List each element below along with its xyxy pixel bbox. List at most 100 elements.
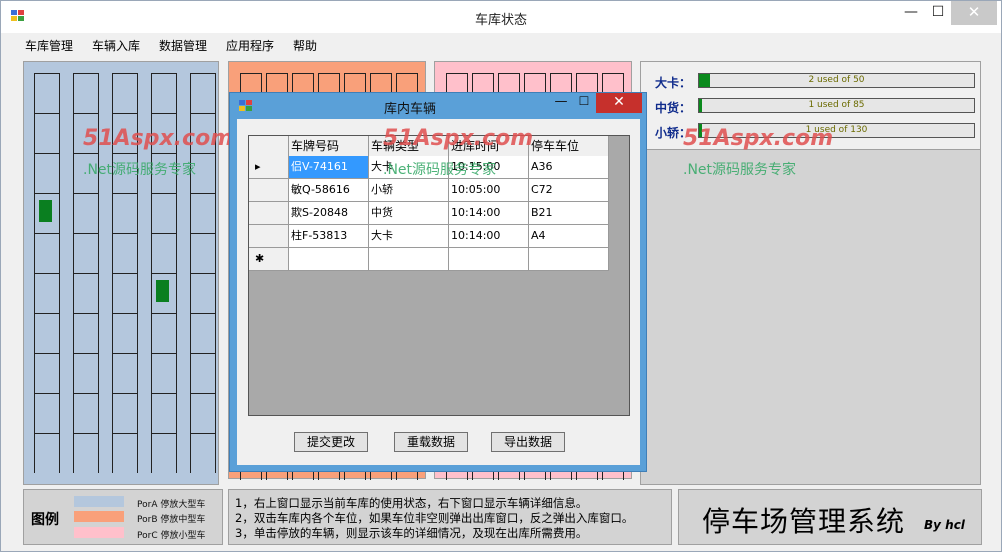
parking-slot[interactable]	[152, 353, 176, 393]
parked-car[interactable]	[39, 200, 52, 222]
parking-slot[interactable]	[191, 193, 215, 233]
row-selector[interactable]: ▸	[249, 156, 289, 179]
menu-bar: 车库管理 车辆入库 数据管理 应用程序 帮助	[1, 33, 1001, 55]
parking-slot[interactable]	[74, 393, 98, 433]
legend-text-b: PorB 停放中型车	[137, 515, 206, 525]
cell-time[interactable]: 10:15:00	[449, 156, 529, 179]
parking-slot[interactable]	[74, 273, 98, 313]
parked-car[interactable]	[156, 280, 169, 302]
parking-slot[interactable]	[152, 313, 176, 353]
cell-plate[interactable]: 侣V-74161	[289, 156, 369, 179]
new-row-icon[interactable]: ✱	[249, 248, 289, 271]
close-button[interactable]: ✕	[951, 1, 997, 25]
parking-slot[interactable]	[113, 193, 137, 233]
parking-slot[interactable]	[191, 273, 215, 313]
table-row[interactable]: 欺S-20848 中货 10:14:00 B21	[249, 202, 609, 225]
parking-slot[interactable]	[74, 73, 98, 113]
parking-slot[interactable]	[74, 353, 98, 393]
cell-plate[interactable]	[289, 248, 369, 271]
parking-slot[interactable]	[152, 73, 176, 113]
parking-slot[interactable]	[113, 313, 137, 353]
parking-slot[interactable]	[113, 73, 137, 113]
parking-slot[interactable]	[35, 73, 59, 113]
reload-data-button[interactable]: 重载数据	[394, 432, 468, 452]
parking-slot[interactable]	[152, 433, 176, 473]
parking-slot[interactable]	[74, 433, 98, 473]
cell-slot[interactable]	[529, 248, 609, 271]
parking-slot[interactable]	[113, 353, 137, 393]
cell-slot[interactable]: A36	[529, 156, 609, 179]
brand-title: 停车场管理系统	[702, 505, 906, 538]
maximize-button[interactable]: ☐	[925, 1, 951, 25]
parking-slot[interactable]	[74, 233, 98, 273]
parking-slot[interactable]	[113, 273, 137, 313]
table-row[interactable]: 柱F-53813 大卡 10:14:00 A4	[249, 225, 609, 248]
parking-slot[interactable]	[152, 193, 176, 233]
cell-slot[interactable]: A4	[529, 225, 609, 248]
cell-type[interactable]: 小轿	[369, 179, 449, 202]
parking-slot[interactable]	[35, 153, 59, 193]
cell-slot[interactable]: B21	[529, 202, 609, 225]
minimize-button[interactable]: —	[897, 1, 925, 25]
parking-slot[interactable]	[191, 73, 215, 113]
menu-help[interactable]: 帮助	[293, 37, 317, 54]
new-row[interactable]: ✱	[249, 248, 609, 271]
cell-time[interactable]: 10:05:00	[449, 179, 529, 202]
cell-type[interactable]: 大卡	[369, 156, 449, 179]
parking-slot[interactable]	[113, 113, 137, 153]
cell-type[interactable]	[369, 248, 449, 271]
parking-slot[interactable]	[191, 313, 215, 353]
parking-slot[interactable]	[74, 113, 98, 153]
parking-slot[interactable]	[152, 113, 176, 153]
row-selector[interactable]	[249, 179, 289, 202]
cell-slot[interactable]: C72	[529, 179, 609, 202]
vehicles-grid[interactable]: 车牌号码 车辆类型 进库时间 停车车位 ▸ 侣V-74161 大卡 10:15:…	[248, 135, 630, 416]
dialog-title-bar[interactable]: 库内车辆 — ☐ ✕	[230, 93, 646, 117]
parking-slot[interactable]	[74, 153, 98, 193]
cell-type[interactable]: 中货	[369, 202, 449, 225]
parking-slot[interactable]	[35, 233, 59, 273]
parking-slot[interactable]	[113, 153, 137, 193]
parking-slot[interactable]	[191, 153, 215, 193]
parking-slot[interactable]	[74, 193, 98, 233]
parking-slot[interactable]	[152, 393, 176, 433]
cell-time[interactable]: 10:14:00	[449, 202, 529, 225]
menu-data[interactable]: 数据管理	[159, 37, 207, 54]
parking-slot[interactable]	[191, 393, 215, 433]
menu-apps[interactable]: 应用程序	[226, 37, 274, 54]
parking-slot[interactable]	[191, 113, 215, 153]
export-data-button[interactable]: 导出数据	[491, 432, 565, 452]
dialog-maximize-button[interactable]: ☐	[573, 94, 595, 108]
parking-slot[interactable]	[152, 233, 176, 273]
menu-vehicle-in[interactable]: 车辆入库	[92, 37, 140, 54]
cell-plate[interactable]: 敏Q-58616	[289, 179, 369, 202]
parking-slot[interactable]	[191, 233, 215, 273]
parking-slot[interactable]	[152, 153, 176, 193]
menu-garage[interactable]: 车库管理	[25, 37, 73, 54]
note-line-2: 2，双击车库内各个车位，如果车位非空则弹出出库窗口，反之弹出入库窗口。	[235, 511, 634, 525]
dialog-close-button[interactable]: ✕	[596, 93, 642, 113]
parking-slot[interactable]	[191, 353, 215, 393]
parking-slot[interactable]	[113, 233, 137, 273]
parking-slot[interactable]	[35, 113, 59, 153]
parking-slot[interactable]	[35, 273, 59, 313]
row-selector[interactable]	[249, 202, 289, 225]
table-row[interactable]: 敏Q-58616 小轿 10:05:00 C72	[249, 179, 609, 202]
parking-slot[interactable]	[35, 313, 59, 353]
parking-slot[interactable]	[35, 393, 59, 433]
cell-plate[interactable]: 欺S-20848	[289, 202, 369, 225]
table-row[interactable]: ▸ 侣V-74161 大卡 10:15:00 A36	[249, 156, 609, 179]
parking-slot[interactable]	[191, 433, 215, 473]
parking-slot[interactable]	[113, 433, 137, 473]
cell-plate[interactable]: 柱F-53813	[289, 225, 369, 248]
parking-slot[interactable]	[35, 433, 59, 473]
cell-time[interactable]	[449, 248, 529, 271]
row-selector[interactable]	[249, 225, 289, 248]
cell-type[interactable]: 大卡	[369, 225, 449, 248]
submit-changes-button[interactable]: 提交更改	[294, 432, 368, 452]
parking-slot[interactable]	[35, 353, 59, 393]
parking-slot[interactable]	[74, 313, 98, 353]
dialog-minimize-button[interactable]: —	[551, 94, 571, 109]
parking-slot[interactable]	[113, 393, 137, 433]
cell-time[interactable]: 10:14:00	[449, 225, 529, 248]
